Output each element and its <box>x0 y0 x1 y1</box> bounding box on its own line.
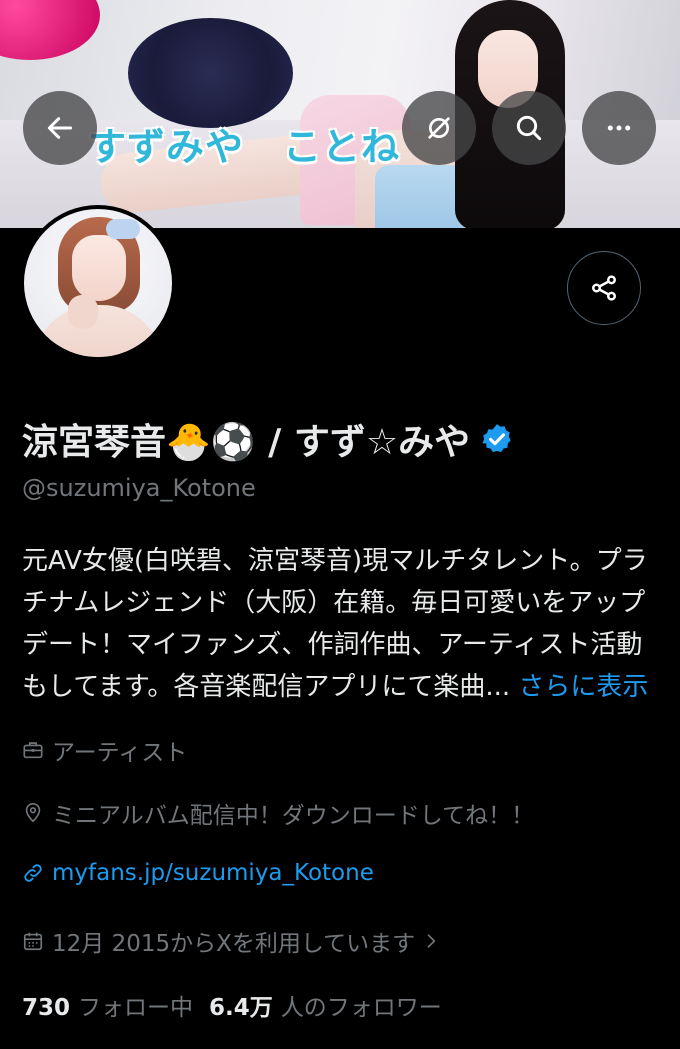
search-icon <box>516 115 542 141</box>
back-button[interactable] <box>23 91 97 165</box>
website-text[interactable]: myfans.jp/suzumiya_Kotone <box>52 860 374 886</box>
following-count[interactable]: 730 <box>22 995 70 1021</box>
profile-category: アーティスト <box>22 733 187 767</box>
link-icon <box>24 864 42 882</box>
avatar-bow <box>106 219 140 239</box>
profile-name-row: 涼宮琴音🐣⚽ / すず☆みや <box>22 414 514 464</box>
chevron-right-icon <box>427 934 436 948</box>
profile-location: ミニアルバム配信中！ダウンロードしてね！！ <box>22 796 534 830</box>
avatar-shoulders <box>34 305 162 357</box>
calendar-icon <box>23 932 43 951</box>
bio-line-text: もしてます。各音楽配信アプリにて楽曲... <box>22 672 511 702</box>
following-label[interactable]: フォロー中 <box>78 988 193 1022</box>
banner-pink-pillow <box>0 0 100 60</box>
more-horizontal-icon <box>607 125 631 131</box>
profile-handle: @suzumiya_Kotone <box>22 474 256 502</box>
verified-badge-icon[interactable] <box>480 422 514 456</box>
avatar-face <box>72 235 126 301</box>
eye-slash-icon <box>428 117 450 139</box>
follow-stats: 730 フォロー中 6.4万 人のフォロワー <box>22 988 458 1022</box>
bio-line-last: もしてます。各音楽配信アプリにて楽曲... さらに表示 <box>22 666 662 708</box>
arrow-left-icon <box>47 117 73 139</box>
bio-show-more-link[interactable]: さらに表示 <box>518 672 648 702</box>
more-button[interactable] <box>582 91 656 165</box>
location-pin-icon <box>25 803 41 823</box>
avatar-image <box>24 209 172 357</box>
category-text: アーティスト <box>52 740 188 766</box>
share-icon <box>592 275 616 301</box>
profile-banner[interactable]: すずみや ことね <box>0 0 680 228</box>
profile-website-link[interactable]: myfans.jp/suzumiya_Kotone <box>22 860 374 886</box>
avatar-hand <box>68 295 98 329</box>
bio-line: チナムレジェンド（大阪）在籍。毎日可愛いをアップ <box>22 588 646 618</box>
profile-joined-date[interactable]: 12月 2015からXを利用しています <box>22 924 441 958</box>
hide-content-button[interactable] <box>402 91 476 165</box>
followers-label[interactable]: 人のフォロワー <box>281 988 442 1022</box>
profile-avatar[interactable] <box>20 205 176 361</box>
bio-line: デート！マイファンズ、作詞作曲、アーティスト活動 <box>22 630 643 660</box>
share-profile-button[interactable] <box>567 251 641 325</box>
banner-title-text: すずみや ことね <box>88 125 401 169</box>
display-name: 涼宮琴音🐣⚽ / すず☆みや <box>22 422 471 463</box>
briefcase-icon <box>23 742 43 759</box>
followers-count[interactable]: 6.4万 <box>209 988 273 1022</box>
banner-navy-pillow <box>128 18 293 128</box>
search-button[interactable] <box>492 91 566 165</box>
bio-line: 元AV女優(白咲碧、涼宮琴音)現マルチタレント。プラ <box>22 546 648 576</box>
joined-text: 12月 2015からXを利用しています <box>52 931 416 957</box>
location-text: ミニアルバム配信中！ダウンロードしてね！！ <box>52 803 535 829</box>
profile-bio: 元AV女優(白咲碧、涼宮琴音)現マルチタレント。プラ チナムレジェンド（大阪）在… <box>22 540 662 708</box>
